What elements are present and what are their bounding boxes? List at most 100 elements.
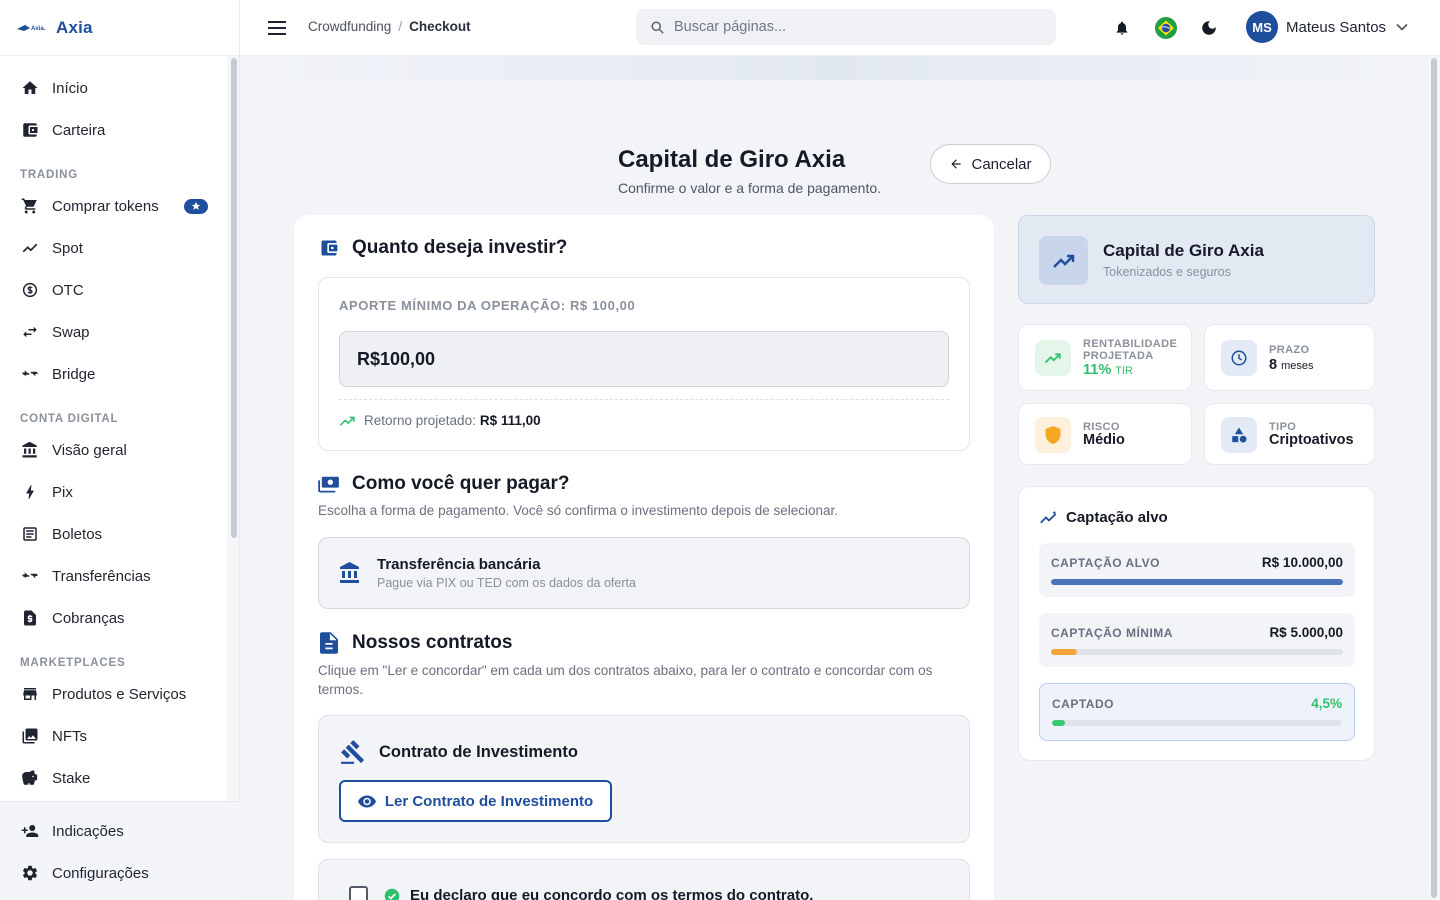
page-title: Capital de Giro Axia (618, 146, 846, 173)
referral-icon (20, 821, 40, 841)
chevron-down-icon (1396, 23, 1408, 31)
sidebar-item-label: Carteira (52, 121, 106, 139)
sidebar-item-pix[interactable]: Pix (0, 471, 228, 513)
read-contract-button[interactable]: Ler Contrato de Investimento (339, 780, 612, 822)
axia-logo-icon: Axia. (16, 21, 46, 35)
progress-bar (1051, 579, 1343, 585)
sidebar-item-stake[interactable]: Stake (0, 757, 228, 799)
payment-heading-text: Como você quer pagar? (352, 473, 570, 494)
sidebar-item-label: Visão geral (52, 441, 127, 459)
contracts-heading-text: Nossos contratos (352, 632, 513, 653)
sidebar-item-spot[interactable]: Spot (0, 227, 228, 269)
agreement-text: Eu declaro que eu concordo com os termos… (410, 887, 814, 900)
trending-up-icon (1035, 340, 1071, 376)
goal-heading: Captação alvo (1040, 509, 1168, 526)
sidebar-item-produtos-servicos[interactable]: Produtos e Serviços (0, 673, 228, 715)
sidebar-item-label: Boletos (52, 525, 103, 543)
goal-item-captado: CAPTADO 4,5% (1039, 683, 1355, 741)
stat-value: 8 meses (1269, 357, 1314, 373)
breadcrumb-checkout: Checkout (409, 19, 471, 34)
main-scrollbar-thumb[interactable] (1431, 58, 1437, 898)
topbar: Crowdfunding / Checkout MS Mateus Santos (240, 0, 1440, 56)
bridge-icon (20, 364, 40, 384)
amount-input[interactable] (339, 331, 949, 387)
sidebar-item-nfts[interactable]: NFTs (0, 715, 228, 757)
clock-icon (1221, 340, 1257, 376)
projected-return: Retorno projetado: R$ 111,00 (339, 413, 541, 428)
payment-option-subtitle: Pague via PIX ou TED com os dados da ofe… (377, 576, 636, 590)
sidebar-section-trading: TRADING (20, 169, 78, 181)
bank-icon (20, 440, 40, 460)
payment-option-bank-transfer[interactable]: Transferência bancária Pague via PIX ou … (318, 537, 970, 609)
cancel-label: Cancelar (971, 155, 1032, 173)
shield-icon (1035, 417, 1071, 453)
divider (339, 399, 949, 400)
store-icon (20, 684, 40, 704)
sidebar-item-label: Pix (52, 483, 73, 501)
cancel-button[interactable]: Cancelar (930, 144, 1051, 184)
sidebar-item-cobrancas[interactable]: Cobranças (0, 597, 228, 639)
document-icon (318, 632, 340, 654)
menu-icon[interactable] (266, 17, 288, 39)
brazil-flag-icon[interactable] (1154, 16, 1178, 40)
user-menu[interactable]: MS Mateus Santos (1246, 11, 1408, 43)
sidebar-item-boletos[interactable]: Boletos (0, 513, 228, 555)
agreement-box: Eu declaro que eu concordo com os termos… (318, 859, 970, 900)
contract-investment-box: Contrato de Investimento Ler Contrato de… (318, 715, 970, 843)
arrow-left-icon (949, 157, 963, 171)
progress-fill (1052, 720, 1066, 726)
gavel-icon (339, 738, 367, 766)
checkout-form-card: Quanto deseja investir? APORTE MÍNIMO DA… (294, 215, 994, 900)
stat-label: RENTABILIDADE PROJETADA (1083, 338, 1178, 362)
wallet-icon (20, 120, 40, 140)
dark-mode-moon-icon[interactable] (1198, 17, 1220, 39)
payment-option-title: Transferência bancária (377, 556, 541, 573)
category-icon (1221, 417, 1257, 453)
sidebar-item-carteira[interactable]: Carteira (0, 109, 228, 151)
sidebar-item-bridge[interactable]: Bridge (0, 353, 228, 395)
sidebar-item-transferencias[interactable]: Transferências (0, 555, 228, 597)
bolt-icon (20, 482, 40, 502)
user-name: Mateus Santos (1286, 18, 1387, 36)
svg-text:Axia.: Axia. (31, 26, 46, 32)
agreement-checkbox[interactable] (349, 886, 368, 900)
sidebar-scrollbar-thumb[interactable] (231, 58, 237, 538)
sidebar-item-indicacoes[interactable]: Indicações (0, 810, 240, 852)
sidebar-item-label: Comprar tokens (52, 197, 159, 215)
sidebar-item-configuracoes[interactable]: Configurações (0, 852, 240, 894)
search-bar[interactable] (636, 9, 1056, 45)
payment-heading: Como você quer pagar? (318, 473, 570, 495)
trend-icon (20, 238, 40, 258)
sidebar-item-visao-geral[interactable]: Visão geral (0, 429, 228, 471)
breadcrumb-crowdfunding[interactable]: Crowdfunding (308, 19, 391, 34)
goal-label: CAPTAÇÃO ALVO (1051, 556, 1160, 570)
search-input[interactable] (674, 19, 1014, 35)
stat-risco: RISCO Médio (1018, 403, 1192, 465)
contracts-description: Clique em "Ler e concordar" em cada um d… (318, 663, 933, 697)
stat-rentabilidade: RENTABILIDADE PROJETADA 11% TIR (1018, 324, 1192, 391)
stat-value: Médio (1083, 432, 1125, 448)
goal-value: R$ 10.000,00 (1261, 555, 1343, 570)
sidebar-item-label: Configurações (52, 864, 149, 882)
sidebar-item-label: Transferências (52, 567, 151, 585)
gear-icon (20, 863, 40, 883)
sidebar-item-inicio[interactable]: Início (0, 67, 228, 109)
verified-check-icon (384, 888, 400, 900)
bank-icon (337, 560, 363, 586)
progress-bar (1052, 720, 1342, 726)
sidebar-item-swap[interactable]: Swap (0, 311, 228, 353)
brand[interactable]: Axia. Axia (0, 0, 239, 56)
notifications-bell-icon[interactable] (1111, 17, 1133, 39)
goal-value: R$ 5.000,00 (1269, 625, 1343, 640)
contract-title: Contrato de Investimento (339, 738, 578, 766)
currency-exchange-icon (20, 280, 40, 300)
sidebar-item-comprar-tokens[interactable]: Comprar tokens (0, 185, 228, 227)
sidebar-bottom: Indicações Configurações (0, 801, 240, 900)
sidebar-item-otc[interactable]: OTC (0, 269, 228, 311)
sidebar-item-label: Stake (52, 769, 91, 787)
stat-label: PRAZO (1269, 344, 1310, 356)
projected-value: R$ 111,00 (479, 413, 541, 428)
contract-title-text: Contrato de Investimento (379, 742, 578, 761)
trending-up-icon (1039, 236, 1088, 285)
progress-fill (1051, 579, 1343, 585)
